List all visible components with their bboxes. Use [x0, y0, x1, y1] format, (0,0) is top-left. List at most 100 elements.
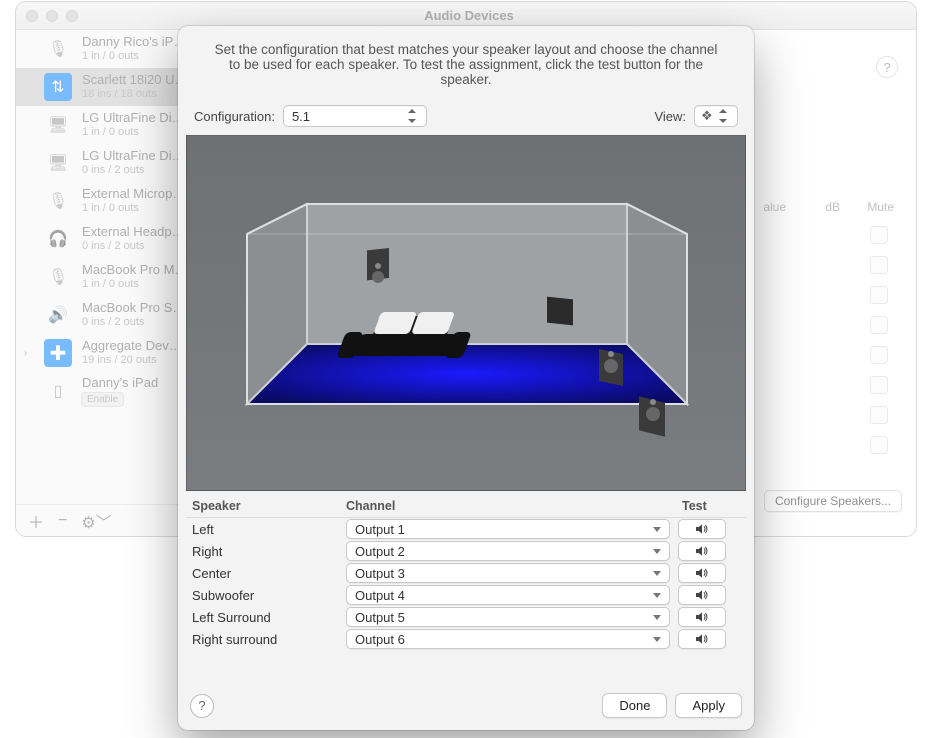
minimize-dot-icon[interactable] — [46, 10, 58, 22]
mute-checkbox[interactable] — [870, 346, 888, 364]
test-speaker-button[interactable] — [678, 541, 726, 561]
col-channel: Channel — [346, 499, 678, 513]
speaker-row: SubwooferOutput 4 — [186, 584, 746, 606]
speaker-name: Right surround — [186, 632, 346, 647]
device-name: MacBook Pro M… — [82, 263, 187, 278]
test-speaker-button[interactable] — [678, 563, 726, 583]
display-icon: 🖥 — [44, 111, 72, 139]
speaker-name: Subwoofer — [186, 588, 346, 603]
configure-speakers-button[interactable]: Configure Speakers... — [764, 490, 902, 512]
remove-device-icon[interactable]: − — [58, 512, 67, 530]
traffic-lights[interactable] — [26, 10, 78, 22]
help-button[interactable]: ? — [190, 694, 214, 718]
col-mute: Mute — [864, 200, 894, 214]
device-io: 18 ins / 18 outs — [82, 88, 188, 101]
device-name: External Microp… — [82, 187, 185, 202]
select-arrows-icon — [719, 109, 729, 123]
channel-select[interactable]: Output 3 — [346, 563, 670, 583]
mute-checkbox[interactable] — [870, 316, 888, 334]
channel-select[interactable]: Output 6 — [346, 629, 670, 649]
ipad-icon: ▯ — [44, 377, 72, 405]
speaker-name: Center — [186, 566, 346, 581]
device-name: Danny Rico's iP… — [82, 35, 186, 50]
test-speaker-button[interactable] — [678, 519, 726, 539]
device-io: 0 ins / 2 outs — [82, 316, 185, 329]
device-io: 0 ins / 2 outs — [82, 164, 185, 177]
done-button[interactable]: Done — [602, 693, 667, 718]
add-device-icon[interactable]: ＋ — [28, 509, 44, 533]
speaker-row: Right surroundOutput 6 — [186, 628, 746, 650]
speaker-row: CenterOutput 3 — [186, 562, 746, 584]
configure-speakers-sheet: Set the configuration that best matches … — [178, 26, 754, 730]
speaker-table-header: Speaker Channel Test — [186, 495, 746, 518]
device-io: 1 in / 0 outs — [82, 126, 185, 139]
close-dot-icon[interactable] — [26, 10, 38, 22]
test-speaker-button[interactable] — [678, 629, 726, 649]
configuration-value: 5.1 — [292, 109, 310, 124]
zoom-dot-icon[interactable] — [66, 10, 78, 22]
mute-checkbox[interactable] — [870, 436, 888, 454]
help-glyph-icon: ? — [198, 698, 205, 713]
col-speaker: Speaker — [186, 499, 346, 513]
apply-button[interactable]: Apply — [675, 693, 742, 718]
mic-icon: 🎙 — [44, 187, 72, 215]
configuration-label: Configuration: — [194, 109, 275, 124]
sheet-intro: Set the configuration that best matches … — [178, 26, 754, 95]
speaker-right-surround-icon — [639, 396, 665, 436]
test-speaker-button[interactable] — [678, 607, 726, 627]
subwoofer-icon — [547, 297, 573, 326]
device-name: Scarlett 18i20 U… — [82, 73, 188, 88]
mute-checkbox[interactable] — [870, 256, 888, 274]
gear-icon[interactable]: ⚙︎﹀ — [81, 509, 111, 533]
view-select[interactable]: ❖ — [694, 105, 738, 127]
channel-select[interactable]: Output 1 — [346, 519, 670, 539]
mic-icon: 🎙 — [44, 35, 72, 63]
expand-icon[interactable]: › — [24, 348, 34, 359]
channel-select[interactable]: Output 2 — [346, 541, 670, 561]
display-icon: 🖥 — [44, 149, 72, 177]
view-label: View: — [654, 109, 686, 124]
device-name: Danny's iPad — [82, 376, 158, 391]
speaker-icon: 🔊 — [44, 301, 72, 329]
speaker-name: Right — [186, 544, 346, 559]
device-name: LG UltraFine Di… — [82, 111, 185, 126]
mute-checkbox[interactable] — [870, 376, 888, 394]
help-icon[interactable]: ? — [876, 56, 898, 78]
device-name: LG UltraFine Di… — [82, 149, 185, 164]
device-io: 1 in / 0 outs — [82, 202, 185, 215]
select-arrows-icon — [408, 109, 418, 123]
mute-checkbox-column — [858, 226, 888, 476]
mute-checkbox[interactable] — [870, 226, 888, 244]
device-io: 19 ins / 20 outs — [82, 354, 182, 367]
col-db: dB — [810, 200, 840, 214]
agg-icon: ✚ — [44, 339, 72, 367]
test-speaker-button[interactable] — [678, 585, 726, 605]
speaker-row: Left SurroundOutput 5 — [186, 606, 746, 628]
window-title: Audio Devices — [78, 8, 860, 23]
channel-select[interactable]: Output 4 — [346, 585, 670, 605]
col-test: Test — [678, 499, 746, 513]
channel-select[interactable]: Output 5 — [346, 607, 670, 627]
device-name: External Headp… — [82, 225, 185, 240]
room-3d-svg — [237, 164, 697, 474]
speaker-name: Left Surround — [186, 610, 346, 625]
device-name: Aggregate Dev… — [82, 339, 182, 354]
device-io: 0 ins / 2 outs — [82, 240, 185, 253]
enable-badge[interactable]: Enable — [82, 393, 123, 407]
view-3d-icon: ❖ — [701, 108, 713, 124]
speaker-name: Left — [186, 522, 346, 537]
device-io: 1 in / 0 outs — [82, 278, 187, 291]
room-preview — [186, 135, 746, 491]
mute-checkbox[interactable] — [870, 286, 888, 304]
speaker-row: RightOutput 2 — [186, 540, 746, 562]
headphones-icon: 🎧 — [44, 225, 72, 253]
speaker-front-right-icon — [599, 349, 623, 386]
configuration-select[interactable]: 5.1 — [283, 105, 427, 127]
speaker-row: LeftOutput 1 — [186, 518, 746, 540]
speaker-front-left-icon — [367, 248, 389, 283]
mute-checkbox[interactable] — [870, 406, 888, 424]
device-io: 1 in / 0 outs — [82, 50, 186, 63]
col-value: alue — [756, 200, 786, 214]
usb-icon: ⇅ — [44, 73, 72, 101]
device-name: MacBook Pro S… — [82, 301, 185, 316]
